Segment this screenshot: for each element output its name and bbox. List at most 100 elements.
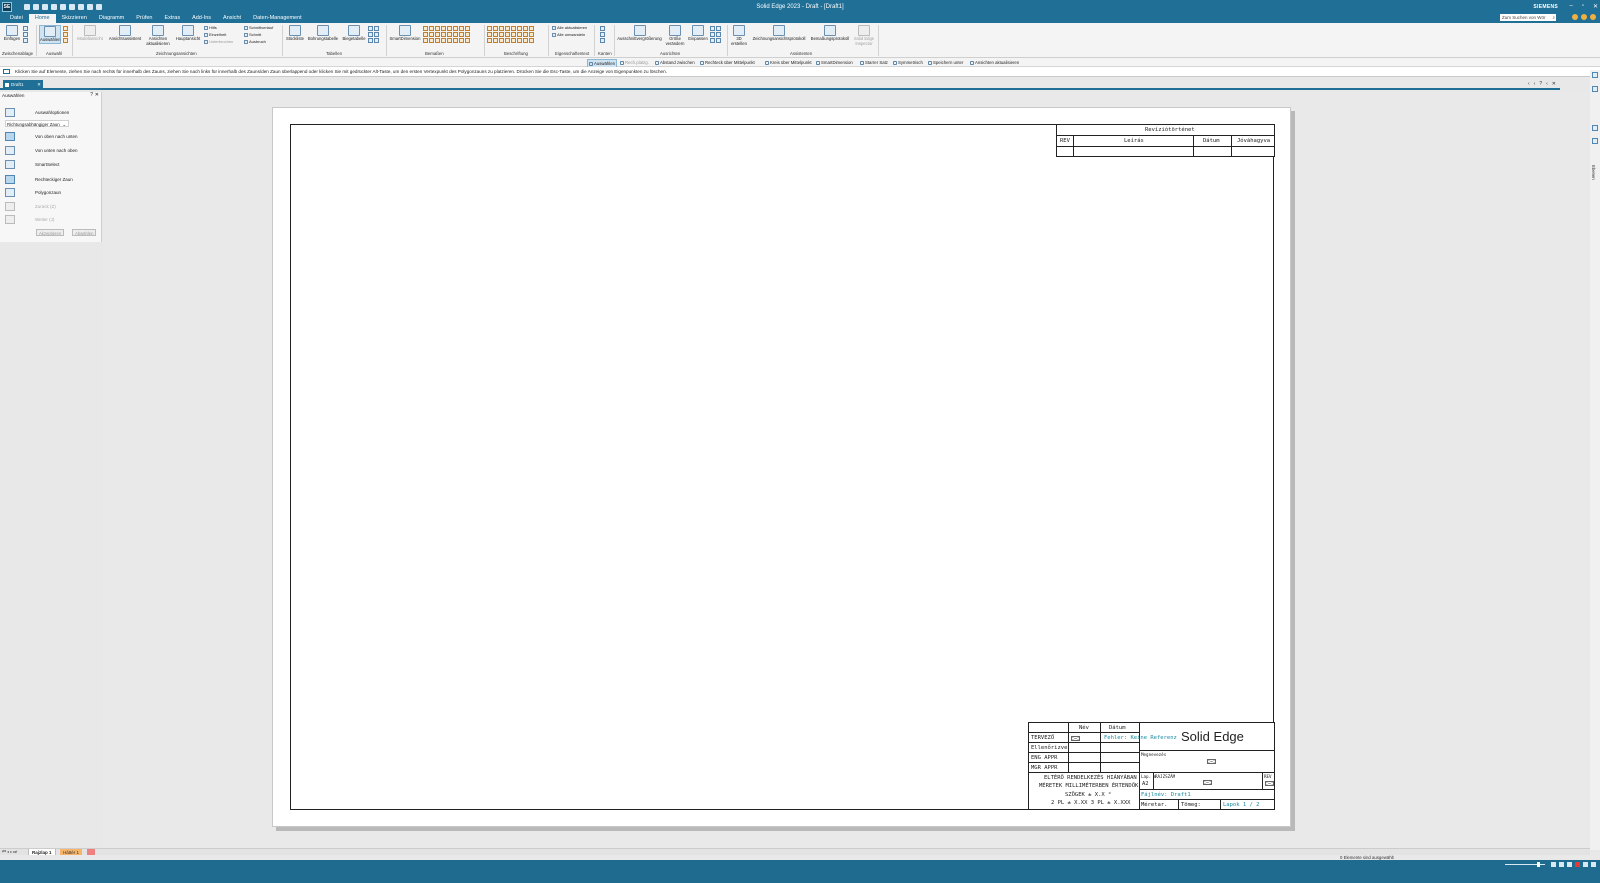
fastener-icon[interactable] xyxy=(511,38,516,43)
polygonzaun-option[interactable]: Polygonzaun xyxy=(5,186,100,198)
einzelheit-button[interactable]: Einzelheit xyxy=(204,32,226,37)
thread-icon[interactable] xyxy=(505,38,510,43)
groesse-veraendern-button[interactable]: Größe verändern xyxy=(664,25,686,46)
rotate-icon[interactable] xyxy=(710,32,715,37)
redo-icon[interactable] xyxy=(87,3,93,10)
save-icon[interactable] xyxy=(42,3,48,10)
abwaehlen-button[interactable]: Abwählen xyxy=(72,229,97,236)
ausbruch-button[interactable]: Ausbruch xyxy=(244,39,266,44)
centermark-icon[interactable] xyxy=(493,32,498,37)
table-icon[interactable] xyxy=(374,26,379,31)
cmd-symmetrisch[interactable]: Symmetrisch xyxy=(893,59,923,66)
solid-edge-inspector-button[interactable]: Solid Edge Inspector xyxy=(852,25,876,46)
previous-view-icon[interactable] xyxy=(716,32,721,37)
centerline-icon[interactable] xyxy=(487,32,492,37)
copy-icon[interactable] xyxy=(23,32,28,37)
table-icon[interactable] xyxy=(368,38,373,43)
zoom-slider-handle[interactable] xyxy=(1537,862,1540,867)
symbol-lib-icon[interactable] xyxy=(523,38,528,43)
edit-icon[interactable] xyxy=(441,38,446,43)
help-icon[interactable] xyxy=(1572,14,1578,20)
close-window-button[interactable]: ✕ xyxy=(1593,3,1598,10)
datum-target-icon[interactable] xyxy=(529,26,534,31)
cmd-kreis-mittelpunkt[interactable]: Kreis über Mittelpunkt xyxy=(765,59,812,66)
schnitt-button[interactable]: Schnitt xyxy=(244,32,261,37)
ausschnittvergroesserung-button[interactable]: Ausschnittvergrößerung xyxy=(617,25,662,42)
select-manager-icon[interactable] xyxy=(63,32,68,37)
hilfs-button[interactable]: Hilfs xyxy=(204,25,217,30)
table-icon[interactable] xyxy=(368,32,373,37)
pan-icon[interactable] xyxy=(1567,862,1572,867)
sheet-navigation-arrows[interactable]: ⏮◂▸⏭ xyxy=(2,849,18,854)
tab-diagramm[interactable]: Diagramm xyxy=(93,14,130,23)
balloon-icon[interactable] xyxy=(493,26,498,31)
datum-frame-icon[interactable] xyxy=(517,26,522,31)
block-icon[interactable] xyxy=(523,32,528,37)
edge-style-icon[interactable] xyxy=(600,38,605,43)
smartdimension-button[interactable]: SmartDimension xyxy=(389,25,421,42)
surface-texture-icon[interactable] xyxy=(499,26,504,31)
tab-datei[interactable]: Datei xyxy=(4,14,29,23)
pan-icon[interactable] xyxy=(716,26,721,31)
biegetabelle-button[interactable]: Biegetabelle xyxy=(341,25,367,42)
format-icon[interactable] xyxy=(459,38,464,43)
cross-hatch-icon[interactable] xyxy=(511,32,516,37)
print-preview-icon[interactable] xyxy=(69,3,75,10)
undo-icon[interactable] xyxy=(78,3,84,10)
tab-pruefen[interactable]: Prüfen xyxy=(130,14,158,23)
sheet-view-icon[interactable] xyxy=(710,38,715,43)
copy-attr-icon[interactable] xyxy=(423,38,428,43)
feature-control-icon[interactable] xyxy=(523,26,528,31)
symbol-icon[interactable] xyxy=(487,38,492,43)
spacing-icon[interactable] xyxy=(435,38,440,43)
settings-icon[interactable] xyxy=(1590,14,1596,20)
edge-condition-icon[interactable] xyxy=(511,26,516,31)
tab-skizzieren[interactable]: Skizzieren xyxy=(56,14,93,23)
customize-qat-icon[interactable] xyxy=(96,3,102,10)
einpassen-button[interactable]: Einpassen xyxy=(688,25,708,42)
document-tab-draft1[interactable]: Draft1 ✕ xyxy=(3,80,43,90)
chamfer-icon[interactable] xyxy=(447,26,452,31)
user-icon[interactable] xyxy=(1581,14,1587,20)
drawing-sheet[interactable]: Revíziótörténet REV Leírás Dátum Jóváhag… xyxy=(272,107,1291,827)
new-file-icon[interactable] xyxy=(24,3,30,10)
cut-icon[interactable] xyxy=(23,26,28,31)
tab-daten-management[interactable]: Daten-Management xyxy=(247,14,308,23)
cmd-rechteck-mittelpunkt[interactable]: Rechteck über Mittelpunkt xyxy=(700,59,755,66)
weld-bead-icon[interactable] xyxy=(517,38,522,43)
zeichnungsansichtsprotokoll-button[interactable]: Zeichnungsansichtsprotokoll xyxy=(750,25,808,42)
spring-icon[interactable] xyxy=(499,38,504,43)
cmd-smartdimension[interactable]: SmartDimension xyxy=(816,59,853,66)
angle-icon[interactable] xyxy=(429,26,434,31)
tab-add-ins[interactable]: Add-Ins xyxy=(186,14,217,23)
solid-edge-app-icon[interactable]: SE xyxy=(2,1,12,12)
panel-help-icon[interactable]: ? xyxy=(90,92,93,98)
stueckliste-button[interactable]: Stückliste xyxy=(285,25,305,42)
weld-icon[interactable] xyxy=(505,26,510,31)
table-icon[interactable] xyxy=(368,26,373,31)
sheet-setup-icon[interactable] xyxy=(1583,862,1588,867)
layers-icon[interactable] xyxy=(1592,86,1598,92)
help-panel-icon[interactable] xyxy=(1592,138,1598,144)
arc-icon[interactable] xyxy=(465,26,470,31)
library-icon[interactable] xyxy=(1592,125,1598,131)
panel-close-icon[interactable]: ✕ xyxy=(95,92,99,98)
einfuegen-button[interactable]: Einfügen xyxy=(3,25,21,42)
print-icon[interactable] xyxy=(60,3,66,10)
cmd-abstand-zwischen[interactable]: Abstand zwischen xyxy=(655,59,695,66)
table-icon[interactable] xyxy=(374,32,379,37)
cmd-ansichten-aktualisieren[interactable]: Ansichten aktualisieren xyxy=(970,59,1019,66)
ordinate-icon[interactable] xyxy=(441,32,446,37)
bolt-hole-icon[interactable] xyxy=(499,32,504,37)
format-painter-icon[interactable] xyxy=(23,38,28,43)
bemassungsprotokoll-button[interactable]: Bemaßungsprotokoll xyxy=(810,25,850,42)
fence-mode-select[interactable]: Richtungsabhängiger Zaun ⌄ xyxy=(5,120,69,127)
modellansicht-button[interactable]: Modellansicht xyxy=(75,25,105,42)
diameter-icon[interactable] xyxy=(459,26,464,31)
tab-scroll-left-icon[interactable]: ‹ xyxy=(1528,81,1530,87)
restore-button[interactable]: ▫ xyxy=(1582,3,1584,10)
detach-icon[interactable] xyxy=(453,38,458,43)
leader-icon[interactable] xyxy=(459,32,464,37)
connector-icon[interactable] xyxy=(517,32,522,37)
close-all-icon[interactable]: ✕ xyxy=(1552,81,1556,87)
